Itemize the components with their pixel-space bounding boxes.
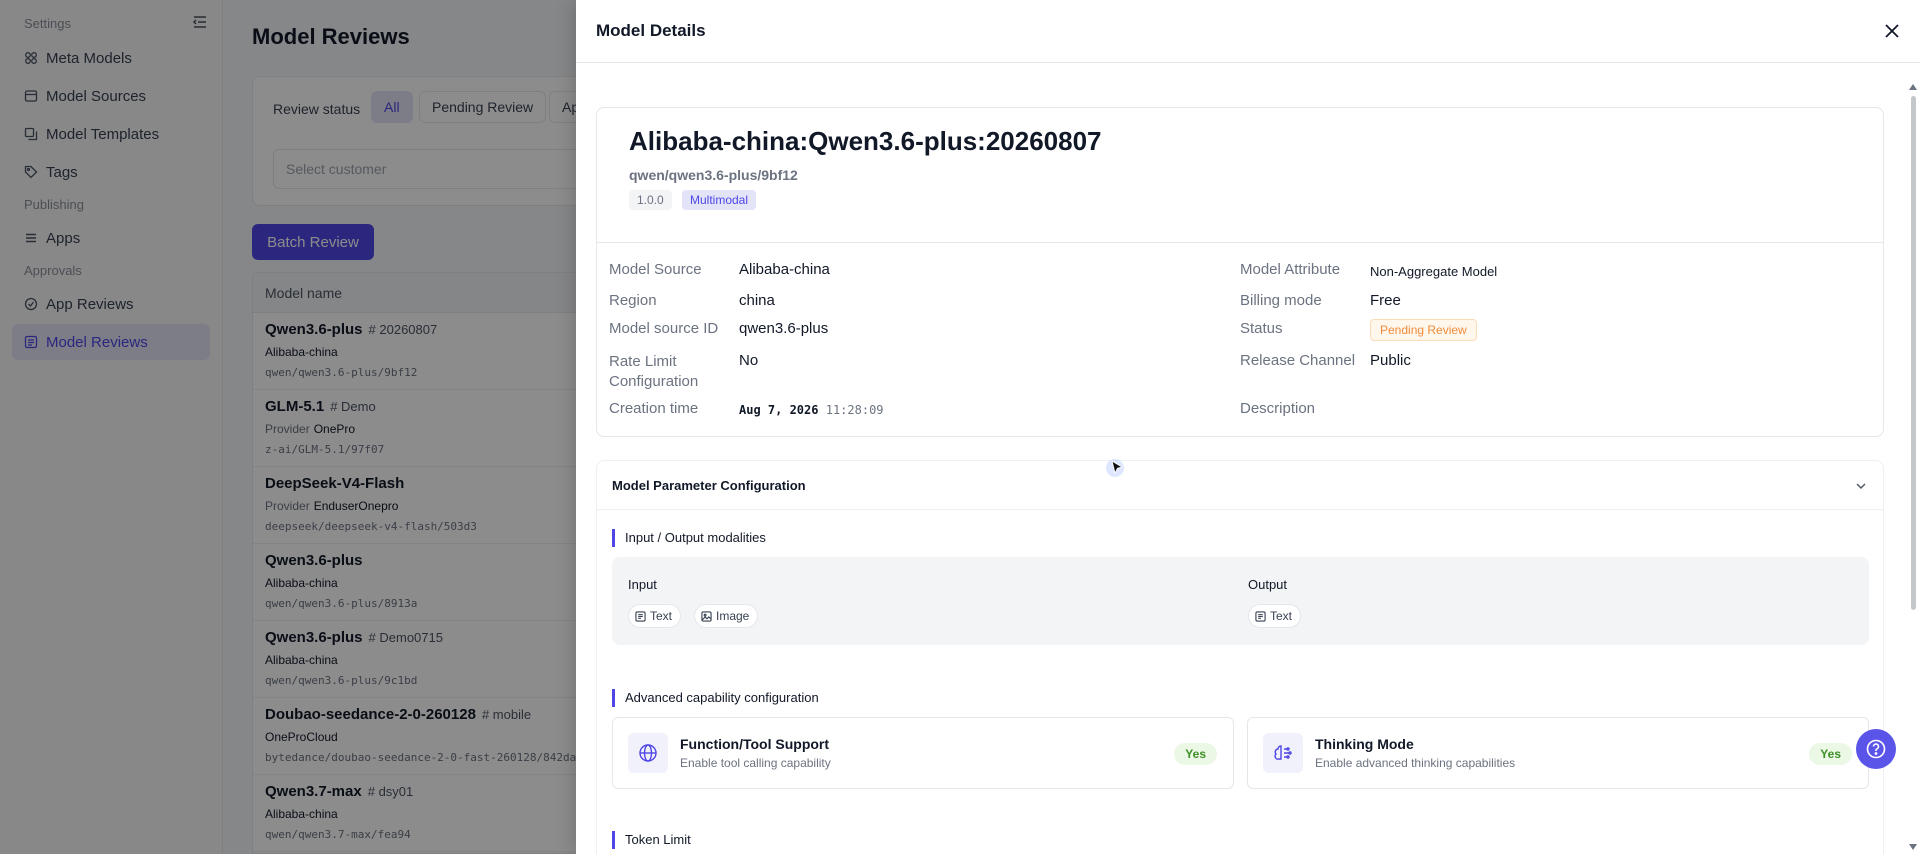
capability-desc: Enable advanced thinking capabilities: [1315, 756, 1516, 770]
chevron-down-icon[interactable]: [1855, 480, 1867, 492]
model-source-id-value: qwen3.6-plus: [739, 320, 829, 337]
param-config-header[interactable]: Model Parameter Configuration: [597, 461, 1883, 510]
description-label: Description: [1240, 400, 1316, 417]
mouse-cursor-icon: [1106, 459, 1124, 477]
brain-icon: [1263, 733, 1303, 773]
status-badge: Pending Review: [1370, 319, 1477, 341]
text-icon: [635, 610, 646, 622]
rate-limit-value: No: [739, 352, 759, 369]
param-config-title: Model Parameter Configuration: [612, 478, 806, 493]
billing-mode-label: Billing mode: [1240, 292, 1322, 309]
model-path: qwen/qwen3.6-plus/9bf12: [629, 167, 798, 183]
capability-title: Function/Tool Support: [680, 736, 830, 752]
model-info-card: Alibaba-china:Qwen3.6-plus:20260807 qwen…: [596, 107, 1884, 437]
help-icon: [1866, 739, 1886, 759]
io-modalities-box: Input Output Text Image Text: [612, 557, 1869, 645]
close-icon[interactable]: [1882, 21, 1902, 41]
release-channel-value: Public: [1370, 352, 1411, 369]
capability-function-tool: Function/Tool Support Enable tool callin…: [612, 717, 1234, 789]
creation-time-label: Creation time: [609, 400, 699, 417]
io-section-title: Input / Output modalities: [612, 529, 766, 547]
drawer-scrollbar[interactable]: [1908, 84, 1918, 850]
drawer-header: Model Details: [576, 0, 1920, 63]
capability-yes-badge: Yes: [1809, 743, 1852, 765]
capability-thinking-mode: Thinking Mode Enable advanced thinking c…: [1247, 717, 1869, 789]
version-badge: 1.0.0: [629, 190, 672, 210]
input-chip-image: Image: [694, 604, 759, 628]
region-label: Region: [609, 292, 657, 309]
model-attribute-label: Model Attribute: [1240, 261, 1341, 278]
model-source-id-label: Model source ID: [609, 320, 719, 337]
param-config-card: Model Parameter Configuration Input / Ou…: [596, 460, 1884, 854]
advanced-section-title: Advanced capability configuration: [612, 689, 819, 707]
release-channel-label: Release Channel: [1240, 352, 1356, 369]
rate-limit-label: Rate Limit Configuration: [609, 353, 699, 390]
multimodal-badge: Multimodal: [682, 190, 757, 210]
scroll-thumb[interactable]: [1911, 96, 1916, 610]
scroll-down-arrow-icon[interactable]: [1909, 844, 1917, 850]
globe-icon: [628, 733, 668, 773]
region-value: china: [739, 292, 775, 309]
capability-title: Thinking Mode: [1315, 736, 1414, 752]
drawer-title: Model Details: [596, 21, 706, 40]
image-icon: [701, 610, 712, 622]
help-button[interactable]: [1856, 729, 1896, 769]
capability-yes-badge: Yes: [1174, 743, 1217, 765]
output-chip-text: Text: [1248, 604, 1302, 628]
model-details-drawer: Model Details Alibaba-china:Qwen3.6-plus…: [576, 0, 1920, 854]
input-label: Input: [628, 577, 657, 592]
creation-time-value: Aug 7, 2026 11:28:09: [739, 403, 884, 417]
capability-desc: Enable tool calling capability: [680, 756, 831, 770]
model-source-label: Model Source: [609, 261, 702, 278]
status-label: Status: [1240, 320, 1283, 337]
model-attribute-value: Non-Aggregate Model: [1370, 264, 1498, 279]
scroll-up-arrow-icon[interactable]: [1909, 84, 1917, 90]
model-source-value: Alibaba-china: [739, 261, 830, 278]
token-limit-section-title: Token Limit: [612, 831, 691, 849]
divider: [597, 242, 1883, 243]
billing-mode-value: Free: [1370, 292, 1401, 309]
input-chip-text: Text: [628, 604, 682, 628]
model-full-name: Alibaba-china:Qwen3.6-plus:20260807: [629, 126, 1102, 156]
text-icon: [1255, 610, 1266, 622]
output-label: Output: [1248, 577, 1288, 592]
